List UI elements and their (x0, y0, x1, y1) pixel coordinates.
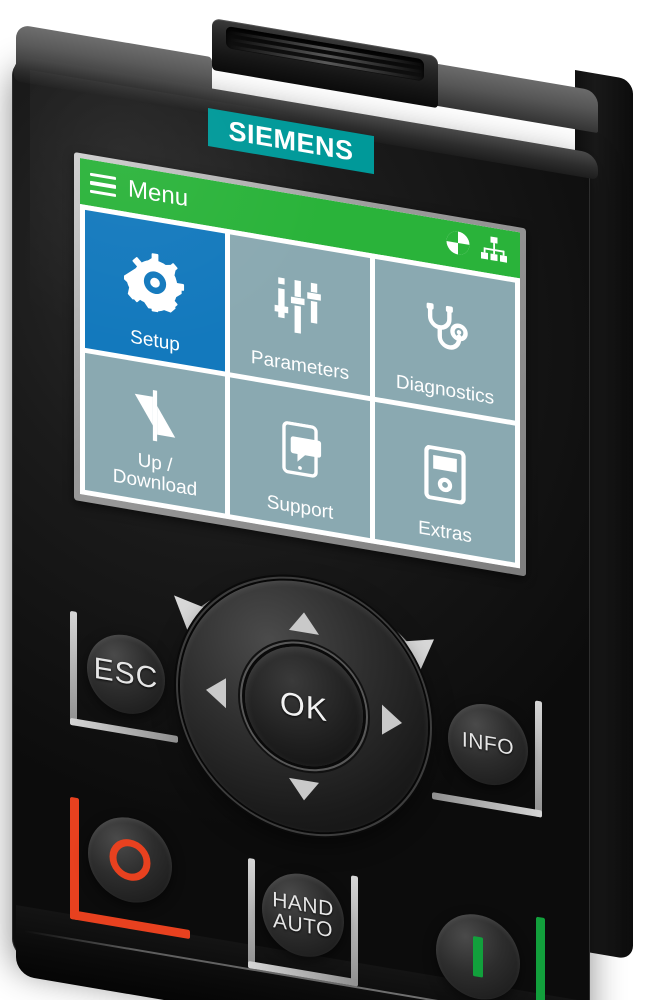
ok-button[interactable]: OK (245, 637, 363, 776)
screenshot-root: SIEMENS Menu Setup Parameters Diagnostic… (0, 0, 653, 1000)
network-tree-icon (480, 233, 508, 269)
menu-tile-support[interactable]: Support (230, 376, 370, 539)
display-screen[interactable]: Menu Setup Parameters Diagnostics Up / D… (80, 158, 520, 569)
arrow-left-icon[interactable] (206, 674, 226, 709)
power-on-icon (473, 936, 483, 978)
device-panel-icon (375, 414, 515, 534)
arrow-down-icon[interactable] (289, 777, 319, 803)
tablet-chat-icon (230, 390, 370, 510)
menu-tile-up-download[interactable]: Up / Download (85, 352, 225, 514)
gear-icon (85, 223, 225, 343)
power-off-icon (109, 839, 151, 881)
menu-tile-diagnostics[interactable]: Diagnostics (375, 258, 515, 421)
info-button-label: INFO (461, 728, 515, 761)
ok-button-label: OK (279, 683, 329, 728)
pie-quadrant-icon (445, 227, 471, 262)
updownload-icon (85, 365, 225, 465)
arrow-right-icon[interactable] (382, 704, 402, 738)
menu-tile-setup[interactable]: Setup (85, 209, 225, 372)
hand-auto-button-label: HAND AUTO (272, 887, 334, 943)
operator-panel-device: SIEMENS Menu Setup Parameters Diagnostic… (0, 0, 653, 1000)
arrow-up-icon[interactable] (289, 609, 319, 635)
menu-tile-extras[interactable]: Extras (375, 401, 515, 563)
hamburger-icon[interactable] (90, 172, 116, 198)
top-cap-right (432, 63, 598, 134)
esc-button-label: ESC (93, 651, 159, 696)
navigation-wheel[interactable]: OK (180, 561, 428, 852)
status-icon-group (445, 227, 508, 269)
status-bar-title: Menu (128, 175, 189, 213)
menu-tile-parameters[interactable]: Parameters (230, 234, 370, 396)
